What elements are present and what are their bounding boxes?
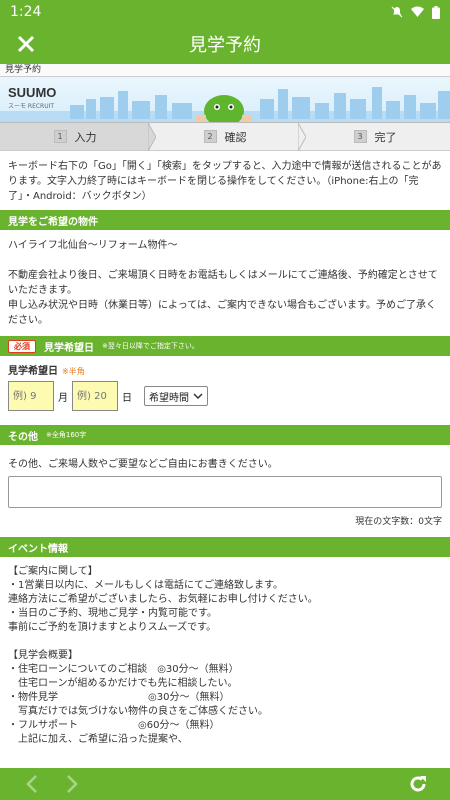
property-name: ハイライフ北仙台〜リフォーム物件〜	[8, 240, 178, 251]
step-label: 確認	[224, 130, 247, 144]
step-label: 入力	[74, 130, 97, 144]
suumo-banner: SUUMO スーモ RECRUIT	[0, 77, 450, 123]
step-chevron-icon	[148, 123, 156, 151]
status-time: 1:24	[10, 4, 42, 20]
chevron-right-icon	[67, 775, 78, 793]
property-desc-1: 不動産会社より後日、ご来場頂く日時をお電話もしくはメールにてご連絡後、予約確定と…	[8, 270, 438, 296]
day-input[interactable]	[72, 381, 118, 411]
time-select[interactable]: 希望時間	[144, 386, 208, 406]
required-badge: 必須	[8, 339, 36, 353]
half-width-note: ※半角	[62, 367, 85, 376]
section-title: その他	[8, 431, 38, 443]
other-section-header: その他 ※全角160字	[0, 425, 450, 445]
keyboard-notice: キーボード右下の「Go」「開く」「検索」をタップすると、入力途中で情報が送信され…	[8, 161, 442, 202]
other-prompt: その他、ご来場人数やご要望などご自由にお書きください。	[8, 459, 278, 470]
step-input: 1 入力	[0, 123, 156, 151]
property-desc-2: 申し込み状況や日時（休業日等）によっては、ご案内できない場合もございます。予めご…	[8, 300, 436, 326]
day-unit: 日	[122, 392, 132, 404]
page-label: 見学予約	[0, 64, 450, 77]
bottom-nav-bar	[0, 768, 450, 800]
event-info-text: 【ご案内に関して】 ・1営業日以内に、メールもしくは電話にてご連絡致します。 連…	[8, 566, 318, 745]
suumo-logo: SUUMO	[8, 85, 57, 100]
forward-button[interactable]	[52, 768, 92, 800]
close-button[interactable]	[12, 30, 40, 58]
property-section-header: 見学をご希望の物件	[0, 210, 450, 230]
property-info: ハイライフ北仙台〜リフォーム物件〜 不動産会社より後日、ご来場頂く日時をお電話も…	[0, 230, 450, 336]
step-chevron-icon	[298, 123, 306, 151]
section-note: ※翌々日以降でご指定下さい。	[102, 342, 199, 350]
date-label: 見学希望日 ※半角	[8, 366, 85, 377]
month-unit: 月	[58, 392, 68, 404]
reload-icon	[410, 776, 426, 792]
status-bar: 1:24	[0, 0, 450, 24]
step-complete: 3 完了	[300, 123, 450, 150]
date-section-header: 必須 見学希望日 ※翌々日以降でご指定下さい。	[0, 336, 450, 356]
app-bar: 見学予約	[0, 24, 450, 64]
reload-button[interactable]	[398, 768, 438, 800]
date-row: 見学希望日※半角 月 日 希望時間	[0, 356, 450, 411]
back-button[interactable]	[12, 768, 52, 800]
notifications-off-icon	[391, 6, 403, 18]
step-label: 完了	[374, 130, 397, 144]
wifi-icon	[411, 6, 424, 17]
close-icon	[17, 35, 35, 53]
step-confirm: 2 確認	[150, 123, 306, 151]
step-number: 1	[53, 130, 67, 143]
date-inputs: 月 日 希望時間	[8, 381, 442, 411]
chevron-down-icon	[193, 393, 203, 400]
section-note: ※全角160字	[46, 431, 87, 439]
chevron-left-icon	[26, 775, 37, 793]
section-title: 見学希望日	[44, 342, 94, 354]
month-input[interactable]	[8, 381, 54, 411]
other-textarea[interactable]	[8, 476, 442, 508]
app-title: 見学予約	[189, 35, 261, 56]
progress-steps: 1 入力 2 確認 3 完了	[0, 123, 450, 151]
event-section-header: イベント情報	[0, 537, 450, 557]
step-number: 3	[353, 130, 367, 143]
suumo-logo-subtext: スーモ RECRUIT	[8, 103, 55, 110]
section-title: 見学をご希望の物件	[8, 216, 98, 228]
section-title: イベント情報	[8, 543, 68, 555]
step-number: 2	[203, 130, 217, 143]
time-select-value: 希望時間	[149, 392, 189, 404]
battery-icon	[432, 5, 440, 19]
char-count: 現在の文字数：0文字	[355, 517, 442, 527]
city-skyline-illustration	[0, 87, 450, 122]
